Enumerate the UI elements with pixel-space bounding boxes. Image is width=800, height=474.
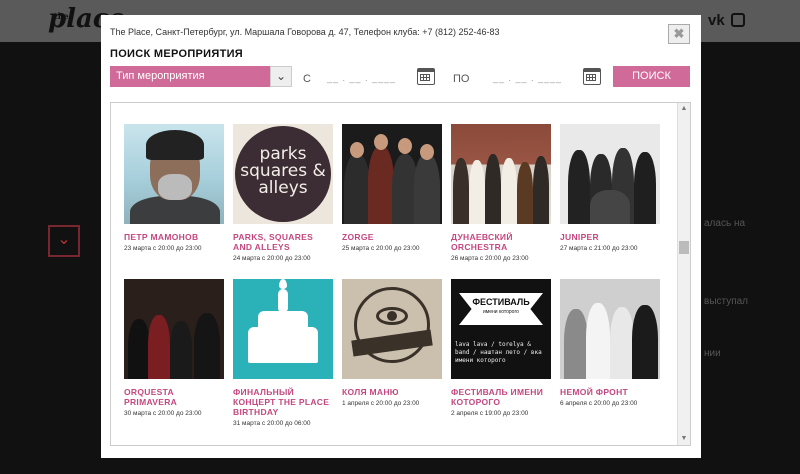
calendar-icon[interactable] <box>417 68 435 85</box>
date-from-input[interactable]: __ . __ . ____ <box>327 73 396 83</box>
modal-title: ПОИСК МЕРОПРИЯТИЯ <box>110 48 244 60</box>
event-card[interactable]: JUNIPER 27 марта с 21:00 до 23:00 <box>560 124 660 253</box>
event-time: 27 марта с 21:00 до 23:00 <box>560 245 638 252</box>
event-name[interactable]: ПЕТР МАМОНОВ <box>124 232 224 242</box>
calendar-icon[interactable] <box>583 68 601 85</box>
event-image[interactable] <box>233 279 333 379</box>
event-image[interactable] <box>560 279 660 379</box>
chevron-down-icon[interactable]: ⌄ <box>270 66 292 87</box>
image-text: parks squares & alleys <box>240 144 326 198</box>
event-card[interactable]: parks squares & alleys PARKS, SQUARES AN… <box>233 124 333 263</box>
event-name[interactable]: КОЛЯ МАНЮ <box>342 387 442 397</box>
event-name[interactable]: ФИНАЛЬНЫЙ КОНЦЕРТ THE PLACE BIRTHDAY <box>233 387 333 417</box>
social-links: vk <box>708 12 745 29</box>
side-text: алась на <box>704 218 746 229</box>
scroll-down-icon[interactable]: ▼ <box>678 433 690 445</box>
results-scrollbar[interactable]: ▲ ▼ <box>677 103 690 445</box>
event-image[interactable] <box>124 124 224 224</box>
event-card[interactable]: НЕМОЙ ФРОНТ 6 апреля с 20:00 до 23:00 <box>560 279 660 408</box>
event-time: 6 апреля с 20:00 до 23:00 <box>560 400 638 407</box>
logo-small-text: the <box>54 11 69 21</box>
search-button[interactable]: ПОИСК <box>613 66 690 87</box>
date-from-label: С <box>303 73 311 85</box>
event-card[interactable]: ФЕСТИВАЛЬ имени которого lava lava / tor… <box>451 279 551 418</box>
event-card[interactable]: ДУНАЕВСКИЙ ORCHESTRA 26 марта с 20:00 до… <box>451 124 551 263</box>
event-time: 24 марта с 20:00 до 23:00 <box>233 255 311 262</box>
side-text: нии <box>704 348 721 359</box>
scroll-up-icon[interactable]: ▲ <box>678 103 690 115</box>
event-name[interactable]: ДУНАЕВСКИЙ ORCHESTRA <box>451 232 551 252</box>
event-name[interactable]: НЕМОЙ ФРОНТ <box>560 387 660 397</box>
event-time: 23 марта с 20:00 до 23:00 <box>124 245 202 252</box>
image-title: ФЕСТИВАЛЬ <box>472 297 530 307</box>
event-time: 30 марта с 20:00 до 23:00 <box>124 410 202 417</box>
event-name[interactable]: ORQUESTA PRIMAVERA <box>124 387 224 407</box>
vk-icon[interactable]: vk <box>708 12 725 29</box>
event-time: 2 апреля с 19:00 до 23:00 <box>451 410 529 417</box>
side-text: выступал <box>704 296 749 307</box>
event-name[interactable]: JUNIPER <box>560 232 660 242</box>
event-card[interactable]: КОЛЯ МАНЮ 1 апреля с 20:00 до 23:00 <box>342 279 442 408</box>
event-name[interactable]: ZORGE <box>342 232 442 242</box>
event-image[interactable] <box>342 279 442 379</box>
event-time: 1 апреля с 20:00 до 23:00 <box>342 400 420 407</box>
event-time: 25 марта с 20:00 до 23:00 <box>342 245 420 252</box>
event-card[interactable]: ORQUESTA PRIMAVERA 30 марта с 20:00 до 2… <box>124 279 224 418</box>
event-image[interactable] <box>124 279 224 379</box>
event-card[interactable]: ФИНАЛЬНЫЙ КОНЦЕРТ THE PLACE BIRTHDAY 31 … <box>233 279 333 428</box>
event-name[interactable]: ФЕСТИВАЛЬ ИМЕНИ КОТОРОГО <box>451 387 551 407</box>
event-type-value: Тип мероприятия <box>116 70 205 82</box>
event-time: 26 марта с 20:00 до 23:00 <box>451 255 529 262</box>
event-name[interactable]: PARKS, SQUARES AND ALLEYS <box>233 232 333 252</box>
date-to-label: ПО <box>453 73 470 85</box>
close-button[interactable]: ✖ <box>668 24 690 44</box>
event-image[interactable] <box>342 124 442 224</box>
chevron-down-icon[interactable]: ⌄ <box>48 225 80 257</box>
event-card[interactable]: ПЕТР МАМОНОВ 23 марта с 20:00 до 23:00 <box>124 124 224 253</box>
instagram-icon[interactable] <box>730 13 745 27</box>
event-results: ПЕТР МАМОНОВ 23 марта с 20:00 до 23:00 p… <box>110 102 691 446</box>
event-search-modal: The Place, Санкт-Петербург, ул. Маршала … <box>101 15 701 458</box>
scroll-thumb[interactable] <box>679 241 689 254</box>
image-lineup: lava lava / torelya & band / наштан лето… <box>455 341 542 364</box>
event-card[interactable]: ZORGE 25 марта с 20:00 до 23:00 <box>342 124 442 253</box>
date-to-input[interactable]: __ . __ . ____ <box>493 73 562 83</box>
event-type-select[interactable]: Тип мероприятия ⌄ <box>110 66 292 87</box>
event-image[interactable]: ФЕСТИВАЛЬ имени которого lava lava / tor… <box>451 279 551 379</box>
event-image[interactable]: parks squares & alleys <box>233 124 333 224</box>
event-image[interactable] <box>451 124 551 224</box>
event-time: 31 марта с 20:00 до 06:00 <box>233 420 311 427</box>
club-info: The Place, Санкт-Петербург, ул. Маршала … <box>110 27 500 37</box>
image-subtitle: имени которого <box>483 309 519 315</box>
event-image[interactable] <box>560 124 660 224</box>
